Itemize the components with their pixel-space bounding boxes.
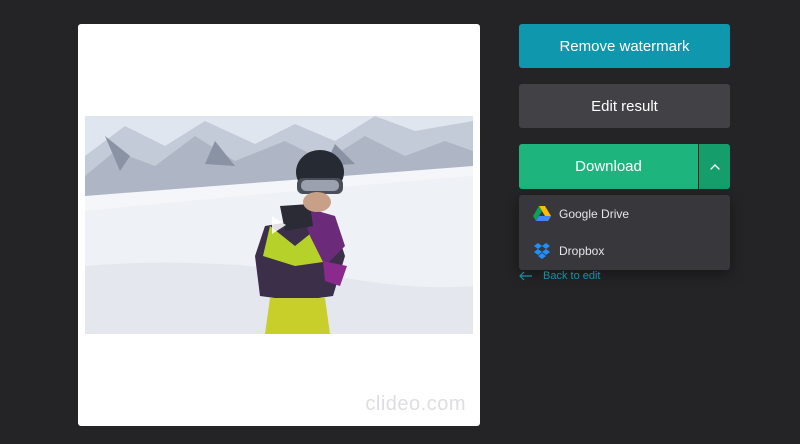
download-options-toggle[interactable] xyxy=(699,144,730,189)
dropbox-icon xyxy=(533,242,551,260)
chevron-up-icon xyxy=(709,163,720,170)
menu-item-label: Google Drive xyxy=(559,206,630,221)
download-button[interactable]: Download xyxy=(519,144,698,189)
menu-item-label: Dropbox xyxy=(559,243,605,258)
google-drive-icon xyxy=(533,205,551,223)
menu-item-google-drive[interactable]: Google Drive xyxy=(519,195,730,232)
remove-watermark-button[interactable]: Remove watermark xyxy=(519,24,730,68)
edit-result-button[interactable]: Edit result xyxy=(519,84,730,128)
back-to-edit-link[interactable]: Back to edit xyxy=(519,268,600,284)
menu-item-dropbox[interactable]: Dropbox xyxy=(519,232,730,269)
video-preview[interactable] xyxy=(85,116,473,334)
preview-card: clideo.com xyxy=(78,24,480,426)
play-icon[interactable] xyxy=(272,216,286,234)
download-destination-menu: Google Drive Dropbox xyxy=(519,195,730,270)
back-to-edit-label: Back to edit xyxy=(543,270,601,282)
download-button-group: Download xyxy=(519,144,730,189)
arrow-left-icon xyxy=(519,271,535,281)
watermark-text: clideo.com xyxy=(365,393,466,415)
